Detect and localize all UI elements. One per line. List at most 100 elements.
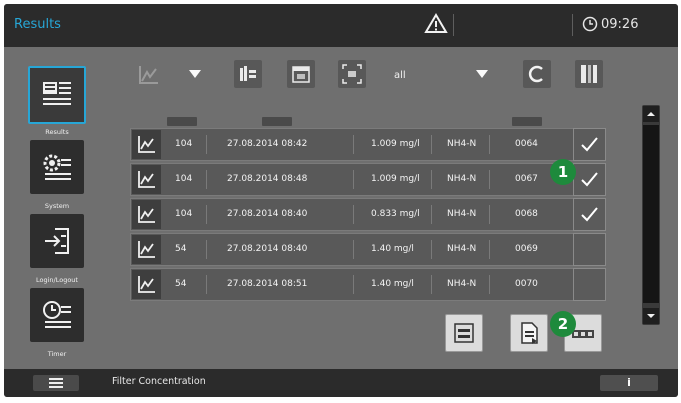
- chart-icon: [138, 171, 155, 188]
- divider: [206, 135, 207, 154]
- value-cell: 1.40 mg/l: [371, 279, 414, 289]
- parameter-cell: NH4-N: [447, 279, 477, 289]
- date-filter-button[interactable]: [287, 60, 315, 88]
- table-row[interactable]: 104 27.08.2014 08:42 1.009 mg/l NH4-N 00…: [130, 128, 574, 161]
- results-list-icon: [43, 82, 71, 105]
- id-cell: 0067: [515, 174, 538, 184]
- column-tag-date: [262, 117, 292, 126]
- divider: [353, 170, 354, 189]
- method-cell: 104: [175, 174, 193, 184]
- table-row[interactable]: 54 27.08.2014 08:51 1.40 mg/l NH4-N 0070: [130, 268, 574, 301]
- checkmark-icon: [581, 172, 598, 187]
- chart-icon: [138, 206, 155, 223]
- datetime-cell: 27.08.2014 08:40: [227, 244, 308, 254]
- device-screen: Results 09:26 Results System Login/Logou…: [4, 4, 678, 397]
- row-chart-button[interactable]: [132, 200, 161, 229]
- datetime-cell: 27.08.2014 08:48: [227, 174, 308, 184]
- export-button[interactable]: [445, 314, 483, 352]
- nav-system-label: System: [44, 202, 70, 210]
- table-row[interactable]: 104 27.08.2014 08:48 1.009 mg/l NH4-N 00…: [130, 163, 574, 196]
- parameter-cell: NH4-N: [447, 174, 477, 184]
- method-cell: 54: [175, 279, 187, 289]
- divider: [489, 240, 490, 259]
- datetime-cell: 27.08.2014 08:40: [227, 209, 308, 219]
- nav-login-logout-button[interactable]: [30, 214, 84, 268]
- warning-icon[interactable]: [424, 12, 448, 36]
- datetime-cell: 27.08.2014 08:42: [227, 139, 308, 149]
- scrollbar[interactable]: [642, 105, 660, 325]
- method-filter-button[interactable]: [234, 60, 262, 88]
- nav-results-button[interactable]: [28, 66, 86, 124]
- method-cell: 104: [175, 139, 193, 149]
- row-chart-button[interactable]: [132, 130, 161, 159]
- nav-timer-label: Timer: [47, 350, 67, 358]
- scroll-down-button[interactable]: [643, 308, 659, 324]
- row-chart-button[interactable]: [132, 235, 161, 264]
- row-checkbox[interactable]: [573, 163, 606, 196]
- nav-results-label: Results: [45, 128, 69, 136]
- row-checkbox[interactable]: [573, 233, 606, 266]
- menu-button[interactable]: [33, 375, 79, 391]
- id-icon: [342, 64, 362, 84]
- document-icon: [521, 322, 538, 344]
- nav-system-button[interactable]: [30, 140, 84, 194]
- id-cell: 0068: [515, 209, 538, 219]
- scroll-up-button[interactable]: [643, 106, 659, 122]
- divider: [206, 240, 207, 259]
- row-chart-button[interactable]: [132, 270, 161, 299]
- chart-dropdown-arrow[interactable]: [189, 70, 201, 78]
- column-select-button[interactable]: [575, 60, 603, 88]
- arrow-down-icon: [647, 314, 655, 318]
- scroll-thumb[interactable]: [643, 125, 659, 303]
- filter-value[interactable]: all: [394, 70, 406, 81]
- divider: [453, 14, 454, 36]
- value-cell: 0.833 mg/l: [371, 209, 420, 219]
- nav-timer-button[interactable]: [30, 288, 84, 342]
- divider: [431, 275, 432, 294]
- datetime-cell: 27.08.2014 08:51: [227, 279, 308, 289]
- row-checkbox[interactable]: [573, 198, 606, 231]
- divider: [431, 240, 432, 259]
- method-icon: [240, 66, 256, 81]
- divider: [206, 205, 207, 224]
- value-cell: 1.009 mg/l: [371, 139, 420, 149]
- send-document-button[interactable]: [510, 314, 548, 352]
- table-row[interactable]: 54 27.08.2014 08:40 1.40 mg/l NH4-N 0069: [130, 233, 574, 266]
- column-tag-id: [512, 117, 542, 126]
- id-filter-button[interactable]: [338, 60, 366, 88]
- calendar-icon: [292, 66, 310, 83]
- chart-icon: [138, 136, 155, 153]
- table-row[interactable]: 104 27.08.2014 08:40 0.833 mg/l NH4-N 00…: [130, 198, 574, 231]
- row-checkbox[interactable]: [573, 268, 606, 301]
- callout-badge-1: 1: [550, 159, 576, 185]
- nav-login-logout-label: Login/Logout: [36, 276, 78, 284]
- column-tag-method: [167, 117, 197, 126]
- divider: [353, 275, 354, 294]
- divider: [353, 205, 354, 224]
- checkmark-icon: [581, 207, 598, 222]
- system-gears-icon: [43, 154, 71, 180]
- menu-icon: [49, 382, 63, 384]
- row-checkbox[interactable]: [573, 128, 606, 161]
- divider: [353, 240, 354, 259]
- divider: [353, 135, 354, 154]
- chart-icon[interactable]: [137, 64, 161, 86]
- divider: [489, 170, 490, 189]
- timer-icon: [43, 301, 71, 328]
- divider: [572, 14, 573, 36]
- page-title: Results: [14, 17, 61, 32]
- divider: [489, 205, 490, 224]
- id-cell: 0070: [515, 279, 538, 289]
- column-select-icon: [581, 65, 597, 83]
- parameter-cell: NH4-N: [447, 139, 477, 149]
- value-cell: 1.40 mg/l: [371, 244, 414, 254]
- callout-badge-2: 2: [550, 311, 576, 337]
- bottom-bar: Filter Concentration i: [4, 369, 678, 397]
- info-button[interactable]: i: [600, 375, 658, 391]
- status-text: Filter Concentration: [112, 376, 206, 387]
- filter-dropdown-arrow[interactable]: [476, 70, 488, 78]
- row-chart-button[interactable]: [132, 165, 161, 194]
- divider: [431, 135, 432, 154]
- refresh-button[interactable]: [523, 60, 551, 88]
- clock-icon: [582, 16, 598, 32]
